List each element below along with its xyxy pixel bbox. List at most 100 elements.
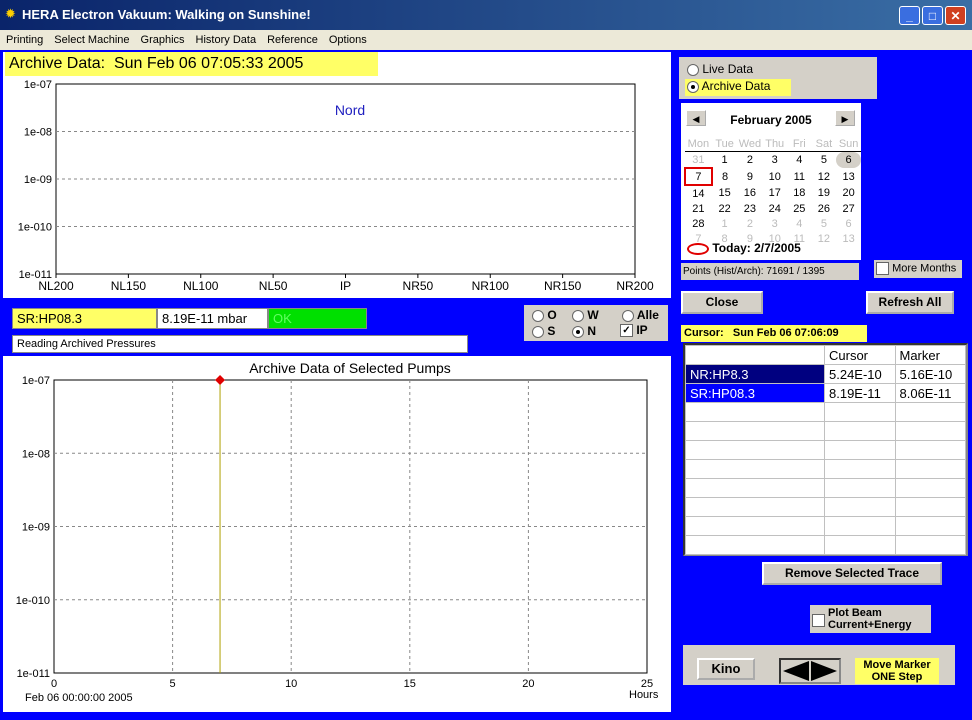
calendar-day[interactable]: 21: [685, 201, 712, 216]
time-marker-handle: [215, 375, 226, 385]
close-window-button[interactable]: ✕: [945, 6, 966, 25]
y-tick-label: 1e-08: [24, 127, 52, 139]
calendar-day[interactable]: 2: [737, 152, 762, 169]
calendar-day[interactable]: 31: [685, 152, 712, 169]
table-row[interactable]: [685, 535, 966, 555]
table-row[interactable]: [685, 516, 966, 536]
calendar-day[interactable]: 3: [762, 216, 787, 231]
calendar-day[interactable]: 1: [712, 152, 738, 169]
remove-selected-trace-button[interactable]: Remove Selected Trace: [762, 562, 942, 585]
calendar-day[interactable]: 22: [712, 201, 738, 216]
calendar-day[interactable]: 2: [737, 216, 762, 231]
weekday-header: Sat: [811, 136, 837, 152]
calendar-day[interactable]: 9: [737, 168, 762, 185]
top-pressure-chart: Nord 1e-071e-081e-091e-0101e-011NL200 NL1…: [18, 79, 654, 293]
calendar-day[interactable]: 1: [712, 216, 738, 231]
close-button[interactable]: Close: [681, 291, 763, 314]
radio-live[interactable]: [687, 63, 699, 76]
menu-graphics[interactable]: Graphics: [135, 31, 190, 46]
y-tick-label: 1e-011: [17, 668, 50, 680]
table-row[interactable]: [685, 421, 966, 441]
menu-reference[interactable]: Reference: [261, 31, 323, 46]
weekday-header: Mon: [685, 136, 712, 152]
calendar-day[interactable]: 10: [762, 168, 787, 185]
step-arrows-icon[interactable]: [781, 660, 839, 682]
calendar-day[interactable]: 4: [787, 216, 811, 231]
cursor-datetime: Sun Feb 06 07:06:09: [732, 327, 839, 339]
step-buttons[interactable]: [779, 658, 841, 684]
sector-s[interactable]: S: [532, 324, 555, 338]
calendar-day[interactable]: 24: [762, 201, 787, 216]
table-row[interactable]: [685, 440, 966, 460]
check-icon[interactable]: ✓: [620, 324, 633, 338]
calendar-day[interactable]: 23: [737, 201, 762, 216]
table-row[interactable]: [685, 402, 966, 422]
sector-n[interactable]: N: [572, 324, 596, 338]
calendar-day[interactable]: 26: [812, 201, 837, 216]
bottom-chart-title: Archive Data of Selected Pumps: [249, 360, 451, 376]
calendar-day[interactable]: 4: [787, 152, 811, 169]
calendar-day[interactable]: 6: [836, 151, 861, 168]
sector-o[interactable]: O: [532, 308, 557, 322]
calendar-day[interactable]: 16: [737, 185, 762, 201]
next-month-button[interactable]: ▶: [835, 110, 855, 126]
radio-n[interactable]: [572, 325, 584, 338]
maximize-button[interactable]: □: [922, 6, 943, 25]
weekday-header: Thu: [762, 136, 788, 152]
calendar-day[interactable]: 12: [812, 168, 837, 185]
more-months-checkbox[interactable]: More Months: [874, 260, 962, 278]
cursor-label: Cursor: Sun Feb 06 07:06:09: [681, 325, 867, 342]
calendar-day[interactable]: 3: [762, 152, 787, 169]
calendar-today[interactable]: Today: 2/7/2005: [687, 241, 801, 255]
calendar-day[interactable]: 13: [836, 231, 861, 246]
plot-beam-check[interactable]: [812, 614, 825, 627]
calendar-day[interactable]: 15: [712, 185, 738, 201]
calendar-day[interactable]: 7: [684, 167, 713, 186]
sector-w[interactable]: W: [572, 308, 599, 322]
y-tick-label: 1e-010: [18, 222, 52, 234]
sector-alle[interactable]: Alle: [622, 308, 659, 322]
calendar-day[interactable]: 27: [836, 201, 861, 216]
sector-selector: O W Alle S N ✓ IP: [524, 305, 668, 341]
calendar-day[interactable]: 5: [812, 152, 837, 169]
menu-printing[interactable]: Printing: [0, 31, 48, 46]
calendar-day[interactable]: 17: [762, 185, 787, 201]
calendar-day[interactable]: 19: [812, 185, 837, 201]
calendar-day[interactable]: 18: [787, 185, 811, 201]
table-cell: [824, 516, 896, 536]
archive-data-option[interactable]: Archive Data: [685, 79, 791, 96]
table-row[interactable]: [685, 478, 966, 498]
calendar-day[interactable]: 5: [812, 216, 837, 231]
menu-history-data[interactable]: History Data: [190, 31, 262, 46]
calendar-day[interactable]: 25: [787, 201, 811, 216]
calendar-day[interactable]: 13: [836, 168, 861, 185]
plot-beam-checkbox[interactable]: Plot Beam Current+Energy: [810, 605, 931, 633]
radio-archive[interactable]: [687, 80, 699, 93]
radio-s[interactable]: [532, 325, 544, 338]
table-row[interactable]: NR:HP8.3 5.24E-10 5.16E-10: [685, 364, 966, 384]
radio-o[interactable]: [532, 309, 544, 322]
table-row[interactable]: [685, 459, 966, 479]
calendar-day[interactable]: 20: [836, 185, 861, 201]
kino-button[interactable]: Kino: [697, 658, 755, 680]
table-row[interactable]: [685, 497, 966, 517]
table-row[interactable]: SR:HP08.3 8.19E-11 8.06E-11: [685, 383, 966, 403]
radio-alle[interactable]: [622, 309, 634, 322]
menu-options[interactable]: Options: [323, 31, 372, 46]
minimize-button[interactable]: _: [899, 6, 920, 25]
calendar-day[interactable]: 28: [685, 216, 712, 231]
calendar-day[interactable]: 8: [712, 168, 738, 185]
table-cell: NR:HP8.3: [685, 364, 825, 384]
calendar-day[interactable]: 12: [812, 231, 837, 246]
prev-month-button[interactable]: ◀: [686, 110, 706, 126]
refresh-all-button[interactable]: Refresh All: [866, 291, 954, 314]
live-data-option[interactable]: Live Data: [687, 62, 753, 76]
menu-select-machine[interactable]: Select Machine: [48, 31, 134, 46]
calendar-day[interactable]: 14: [685, 185, 712, 201]
radio-w[interactable]: [572, 309, 584, 322]
calendar-day[interactable]: 11: [787, 168, 811, 185]
calendar-day[interactable]: 6: [836, 216, 861, 231]
more-months-check[interactable]: [876, 262, 889, 275]
ip-checkbox[interactable]: ✓ IP: [620, 323, 648, 338]
table-cell: [824, 421, 896, 441]
